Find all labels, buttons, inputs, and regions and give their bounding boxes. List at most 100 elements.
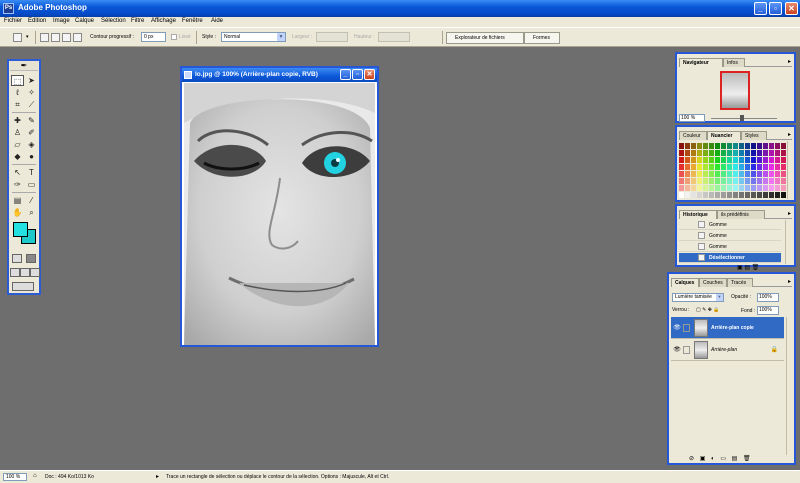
feather-input[interactable]: 0 px (141, 32, 166, 42)
swatch[interactable] (739, 150, 744, 156)
swatch[interactable] (697, 185, 702, 191)
swatch[interactable] (775, 150, 780, 156)
swatch[interactable] (733, 164, 738, 170)
swatch[interactable] (709, 150, 714, 156)
swatch[interactable] (745, 185, 750, 191)
swatch[interactable] (679, 157, 684, 163)
swatch[interactable] (775, 157, 780, 163)
swatch[interactable] (709, 171, 714, 177)
history-row[interactable]: Gomme (679, 220, 781, 230)
swatch[interactable] (769, 171, 774, 177)
swatch[interactable] (727, 171, 732, 177)
brush-tool-icon[interactable]: ✎ (25, 115, 38, 126)
standard-mode-icon[interactable] (12, 254, 22, 263)
info-icon[interactable]: ⌂ (33, 473, 37, 479)
tab-styles[interactable]: Styles (741, 131, 767, 140)
tab-history[interactable]: Historique (679, 210, 717, 219)
swatch[interactable] (697, 171, 702, 177)
doc-minimize-button[interactable]: _ (340, 69, 351, 80)
opacity-input[interactable]: 100% (757, 293, 779, 302)
swatch[interactable] (733, 192, 738, 198)
pen-tool-icon[interactable]: ✑ (11, 179, 24, 190)
swatch[interactable] (691, 150, 696, 156)
rect-marquee-preset-icon[interactable] (13, 33, 22, 42)
swatch[interactable] (775, 143, 780, 149)
swatch[interactable] (775, 178, 780, 184)
swatch[interactable] (703, 143, 708, 149)
swatch[interactable] (691, 192, 696, 198)
swatch[interactable] (697, 143, 702, 149)
swatch[interactable] (769, 143, 774, 149)
swatch[interactable] (751, 185, 756, 191)
swatch[interactable] (703, 157, 708, 163)
swatch[interactable] (715, 150, 720, 156)
swatch[interactable] (691, 164, 696, 170)
swatch[interactable] (769, 164, 774, 170)
antialias-checkbox[interactable] (171, 34, 177, 40)
swatch[interactable] (739, 157, 744, 163)
swatch[interactable] (751, 178, 756, 184)
swatch[interactable] (769, 178, 774, 184)
swatch[interactable] (781, 150, 786, 156)
tab-info[interactable]: Infos (723, 58, 745, 67)
style-select[interactable]: Normal ▼ (221, 32, 286, 42)
swatch[interactable] (703, 192, 708, 198)
swatch[interactable] (727, 143, 732, 149)
swatch[interactable] (733, 150, 738, 156)
menu-calque[interactable]: Calque (75, 18, 94, 24)
swatch[interactable] (685, 150, 690, 156)
history-brush-tool-icon[interactable]: ✐ (25, 127, 38, 138)
swatch[interactable] (769, 192, 774, 198)
swatch[interactable] (715, 164, 720, 170)
history-scrollbar[interactable] (785, 220, 792, 264)
path-selection-tool-icon[interactable]: ↖ (11, 167, 24, 178)
swatch[interactable] (745, 143, 750, 149)
swatch[interactable] (703, 171, 708, 177)
document-title-bar[interactable]: lo.jpg @ 100% (Arrière-plan copie, RVB) … (182, 68, 377, 82)
swatch[interactable] (781, 143, 786, 149)
type-tool-icon[interactable]: T (25, 167, 38, 178)
swatch[interactable] (757, 171, 762, 177)
layers-scrollbar[interactable] (786, 317, 793, 455)
dodge-tool-icon[interactable]: ● (25, 151, 38, 162)
swatch[interactable] (715, 157, 720, 163)
navigator-zoom-field[interactable]: 100 % (679, 114, 705, 122)
swatch[interactable] (727, 192, 732, 198)
preset-dropdown-icon[interactable]: ▾ (26, 34, 29, 40)
swatch[interactable] (733, 185, 738, 191)
swatch[interactable] (757, 178, 762, 184)
swatch-grid[interactable] (679, 143, 787, 199)
brush-link-icon[interactable] (683, 324, 690, 332)
maximize-button[interactable]: ▫ (769, 2, 782, 15)
healing-brush-tool-icon[interactable]: ✚ (11, 115, 24, 126)
swatch[interactable] (679, 192, 684, 198)
swatch[interactable] (739, 192, 744, 198)
swatch[interactable] (721, 143, 726, 149)
screen-mode-full-icon[interactable] (30, 268, 40, 277)
swatch[interactable] (763, 157, 768, 163)
swatch[interactable] (745, 171, 750, 177)
swatch[interactable] (691, 178, 696, 184)
swatch[interactable] (751, 192, 756, 198)
notes-tool-icon[interactable]: ▤ (11, 195, 24, 206)
swatch[interactable] (691, 171, 696, 177)
swatch[interactable] (727, 178, 732, 184)
tab-navigator[interactable]: Navigateur (679, 58, 723, 67)
history-bottom-icons[interactable]: ▣ ▤ 🗑 (737, 264, 759, 271)
swatch[interactable] (781, 157, 786, 163)
swatch[interactable] (757, 185, 762, 191)
shape-tool-icon[interactable]: ▭ (25, 179, 38, 190)
swatch[interactable] (715, 143, 720, 149)
swatch[interactable] (691, 157, 696, 163)
swatch[interactable] (733, 143, 738, 149)
tab-channels[interactable]: Couches (699, 278, 727, 287)
swatch[interactable] (691, 143, 696, 149)
panel-menu-icon[interactable]: ▸ (788, 278, 791, 285)
menu-fenetre[interactable]: Fenêtre (182, 18, 203, 24)
swatch[interactable] (721, 157, 726, 163)
swatch[interactable] (721, 192, 726, 198)
swatch[interactable] (757, 150, 762, 156)
layer-row-selected[interactable]: 👁 Arrière-plan copie (671, 317, 784, 339)
screen-mode-standard-icon[interactable] (10, 268, 20, 277)
swatch[interactable] (781, 178, 786, 184)
